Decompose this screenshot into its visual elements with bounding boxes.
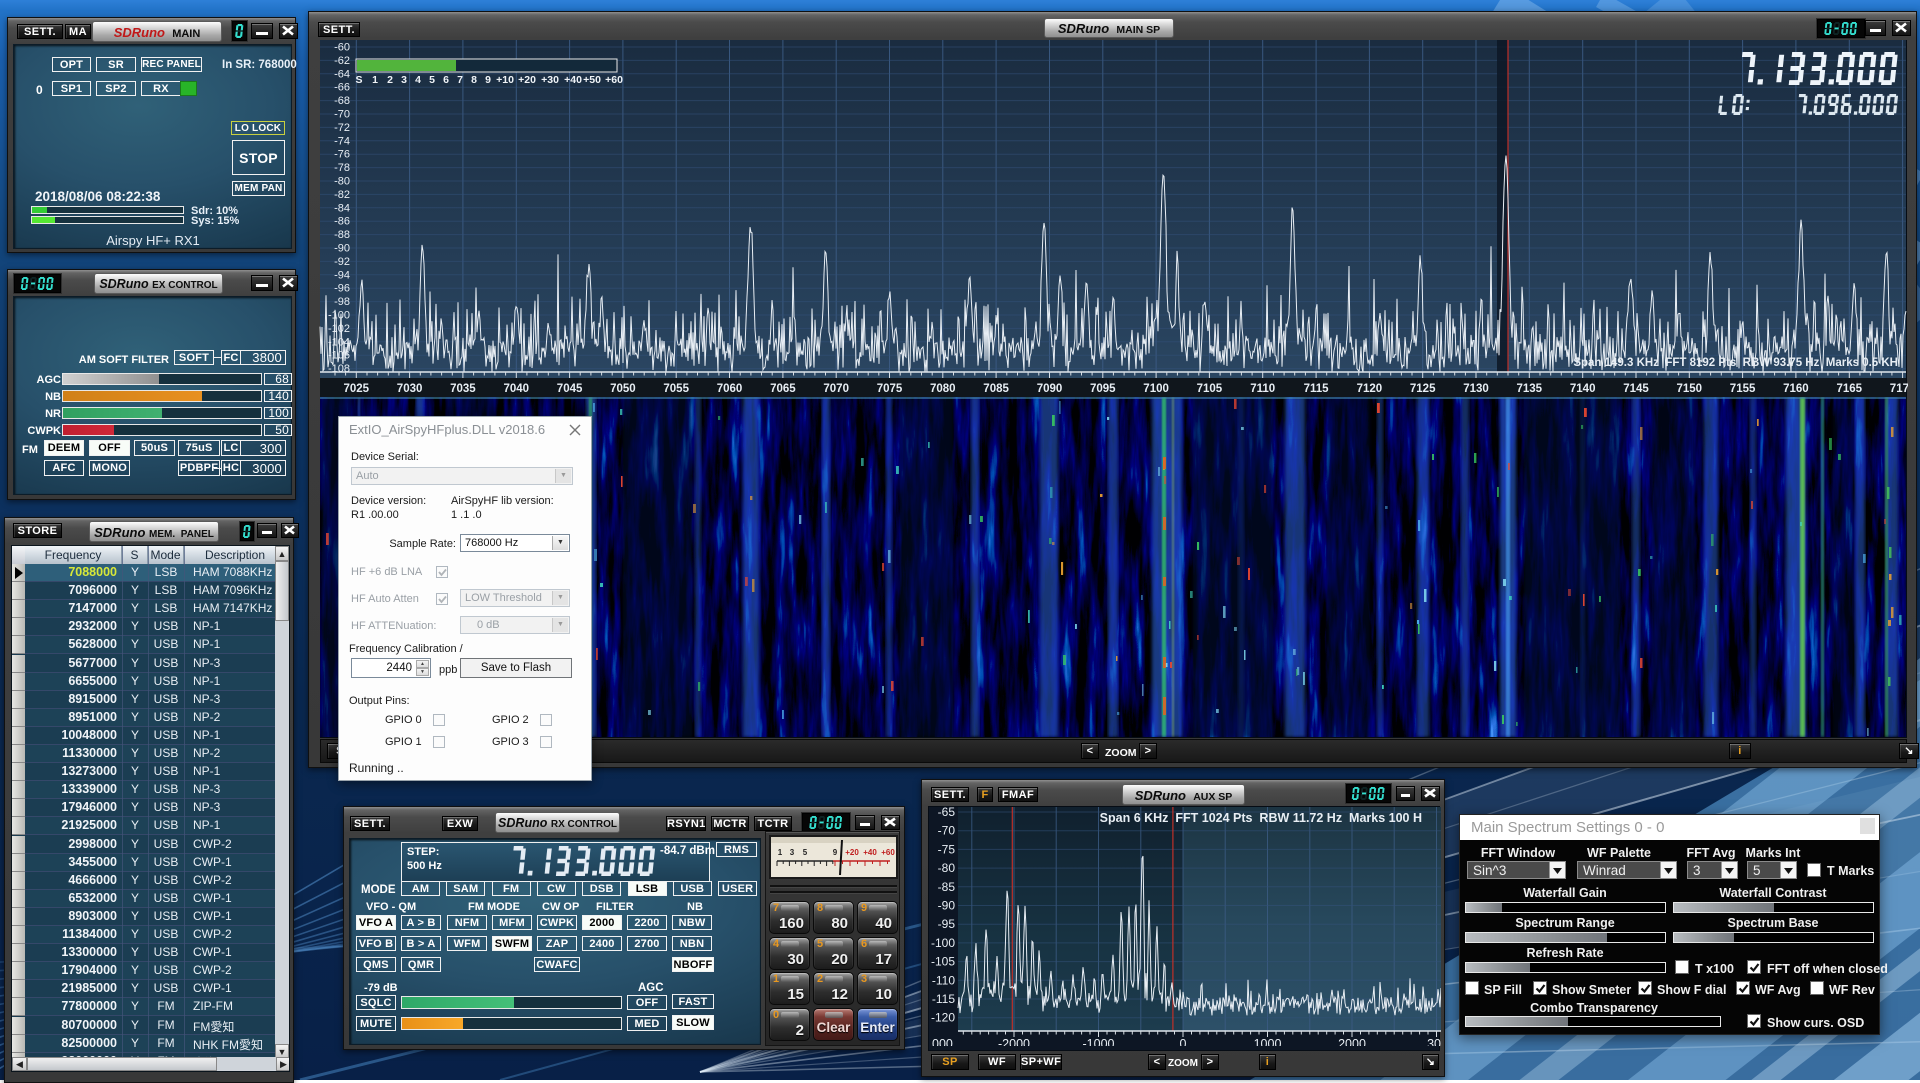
svg-text:-2000: -2000: [998, 1037, 1030, 1046]
svg-text:1: 1: [778, 848, 783, 857]
svg-text:+60: +60: [881, 848, 895, 857]
svg-text:-1000: -1000: [1083, 1037, 1115, 1046]
svg-text:-100: -100: [931, 936, 955, 950]
svg-text:-120: -120: [931, 1011, 955, 1025]
svg-text:+20: +20: [845, 848, 859, 857]
svg-text:3: 3: [790, 848, 795, 857]
svg-text:-105: -105: [931, 955, 955, 969]
svg-text:-75: -75: [938, 842, 956, 856]
svg-text:-110: -110: [932, 973, 955, 987]
svg-text:-95: -95: [938, 917, 956, 931]
svg-text:000: 000: [932, 1037, 953, 1046]
svg-text:9: 9: [833, 848, 838, 857]
svg-text:-80: -80: [938, 861, 956, 875]
svg-text:2000: 2000: [1338, 1037, 1366, 1046]
svg-text:-115: -115: [932, 992, 955, 1006]
svg-text:1000: 1000: [1254, 1037, 1282, 1046]
svg-text:5: 5: [803, 848, 808, 857]
svg-text:Span 6 KHz FFT 1024 Pts RBW: Span 6 KHz FFT 1024 Pts RBW 11.72 Hz Mar…: [1100, 811, 1422, 825]
svg-text:+40: +40: [863, 848, 877, 857]
svg-text:0: 0: [1180, 1037, 1187, 1046]
svg-text:-70: -70: [938, 824, 956, 838]
svg-text:30: 30: [1427, 1037, 1441, 1046]
svg-text:-90: -90: [938, 899, 956, 913]
svg-text:-85: -85: [938, 880, 956, 894]
svg-text:-65: -65: [938, 805, 956, 819]
